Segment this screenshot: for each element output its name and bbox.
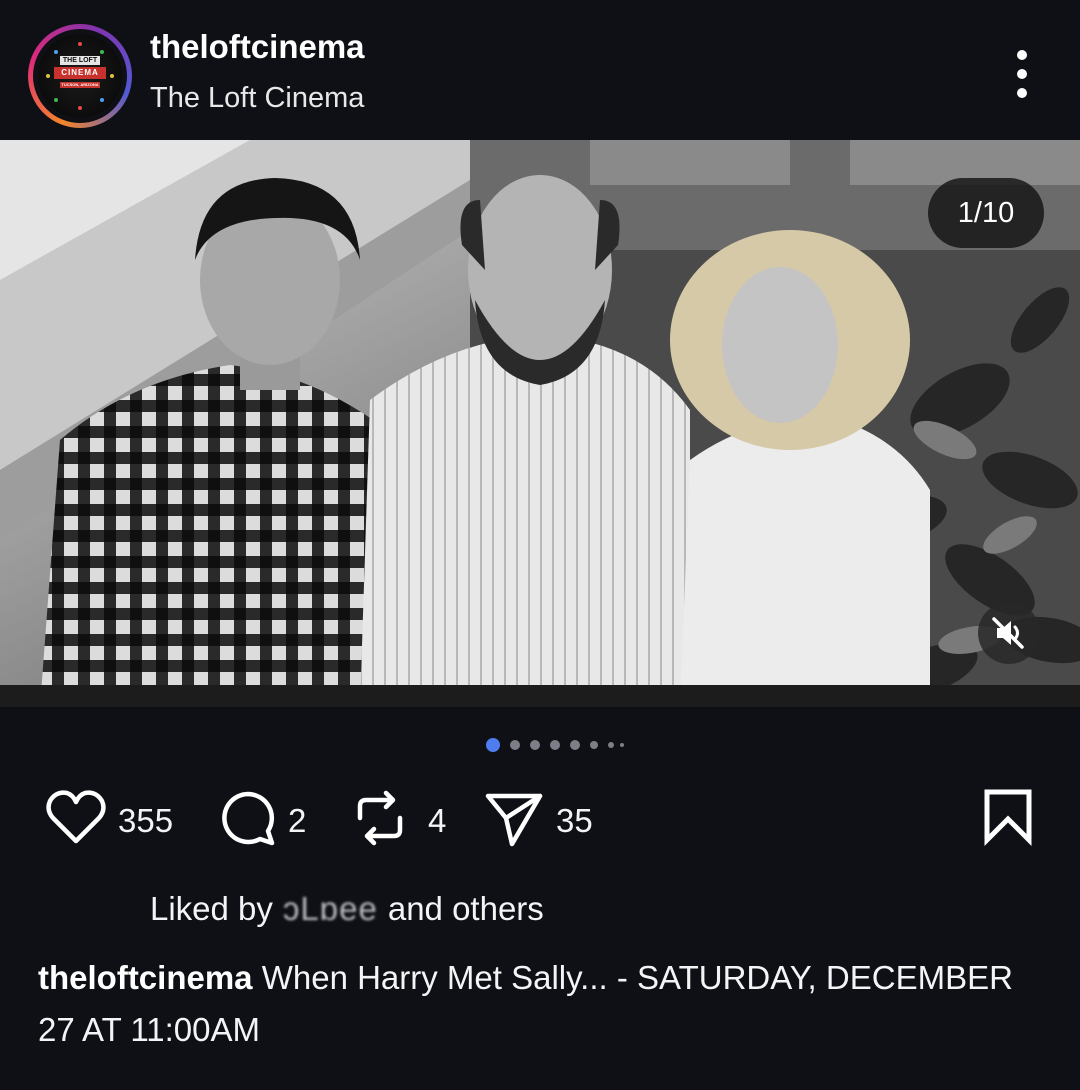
share-button[interactable]: 35 — [482, 786, 612, 854]
logo-star — [100, 50, 104, 54]
more-vertical-icon — [1017, 69, 1027, 79]
comment-button[interactable]: 2 — [216, 786, 316, 854]
bookmark-icon — [984, 789, 1032, 847]
logo-text-bottom: TUCSON, ARIZONA — [60, 82, 100, 88]
more-options-button[interactable] — [1004, 46, 1040, 102]
comment-icon — [222, 791, 275, 846]
carousel-dot — [620, 743, 624, 747]
repost-count: 4 — [428, 802, 447, 839]
post-header: THE LOFT CINEMA TUCSON, ARIZONA theloftc… — [0, 0, 1080, 140]
carousel-dot — [550, 740, 560, 750]
carousel-dot — [590, 741, 598, 749]
post-image[interactable] — [0, 140, 1080, 707]
repost-button[interactable]: 4 — [350, 786, 450, 854]
carousel-dot-active — [486, 738, 500, 752]
more-vertical-icon — [1017, 88, 1027, 98]
post-caption: theloftcinema When Harry Met Sally... - … — [38, 952, 1048, 1056]
heart-icon — [46, 790, 106, 844]
logo-star — [54, 50, 58, 54]
caption-username[interactable]: theloftcinema — [38, 959, 253, 996]
paper-plane-icon — [485, 793, 543, 847]
logo-star — [78, 106, 82, 110]
liked-by-user[interactable]: ɔLɒee — [283, 890, 378, 927]
like-count: 355 — [118, 802, 174, 839]
save-button[interactable] — [978, 786, 1038, 854]
slide-counter: 1/10 — [928, 178, 1044, 248]
carousel-dot — [608, 742, 614, 748]
repost-icon — [357, 790, 403, 846]
share-count: 35 — [556, 802, 593, 839]
logo-star — [46, 74, 50, 78]
movie-still-illustration — [0, 140, 1080, 707]
more-vertical-icon — [1017, 50, 1027, 60]
liked-by: Liked by ɔLɒee and others — [150, 890, 544, 928]
carousel-dot — [510, 740, 520, 750]
logo-text-top: THE LOFT — [60, 56, 100, 65]
loft-cinema-logo: THE LOFT CINEMA TUCSON, ARIZONA — [38, 34, 122, 118]
avatar[interactable]: THE LOFT CINEMA TUCSON, ARIZONA — [28, 24, 132, 128]
post-username[interactable]: theloftcinema — [150, 28, 365, 66]
mute-button[interactable] — [978, 602, 1040, 664]
comment-count: 2 — [288, 802, 307, 839]
carousel-dot — [570, 740, 580, 750]
logo-star — [78, 42, 82, 46]
avatar-border: THE LOFT CINEMA TUCSON, ARIZONA — [33, 29, 127, 123]
liked-by-suffix[interactable]: and others — [388, 890, 544, 927]
post-display-name: The Loft Cinema — [150, 82, 365, 114]
logo-star — [100, 98, 104, 102]
logo-star — [110, 74, 114, 78]
muted-speaker-icon — [992, 617, 1024, 649]
liked-by-prefix: Liked by — [150, 890, 273, 927]
like-button[interactable]: 355 — [44, 786, 194, 854]
logo-text-mid: CINEMA — [54, 67, 106, 79]
carousel-dot — [530, 740, 540, 750]
carousel-indicator — [0, 736, 1080, 754]
logo-star — [54, 98, 58, 102]
